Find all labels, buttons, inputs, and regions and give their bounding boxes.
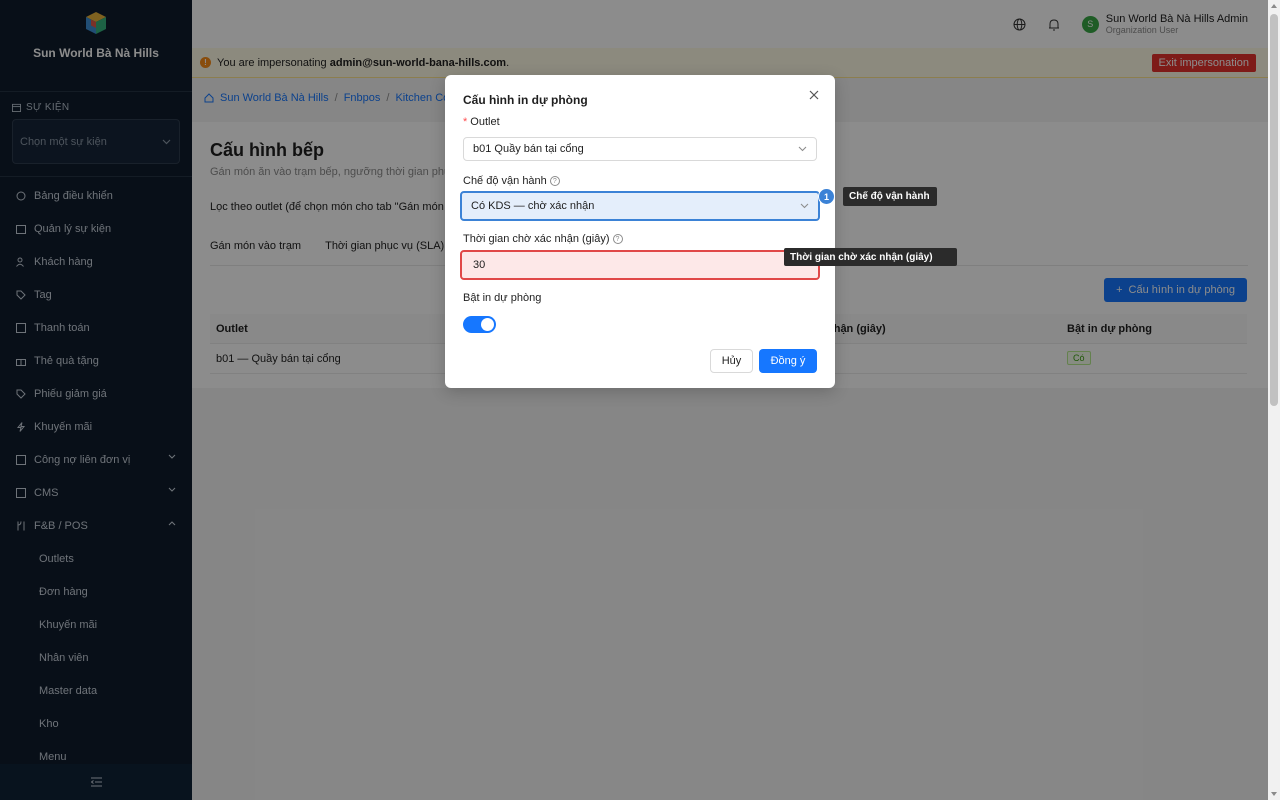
page-scrollbar[interactable] xyxy=(1268,0,1280,800)
help-icon[interactable]: ? xyxy=(612,234,623,244)
mode-label: Chế độ vận hành ? xyxy=(463,175,560,187)
backup-print-toggle[interactable] xyxy=(463,316,496,333)
close-icon[interactable] xyxy=(807,88,821,102)
outlet-label-text: Outlet xyxy=(470,116,500,128)
backup-print-label: Bật in dự phòng xyxy=(463,292,541,304)
tooltip-mode: Chế độ vận hành xyxy=(843,187,937,206)
wait-time-value: 30 xyxy=(473,259,486,271)
cancel-button[interactable]: Hủy xyxy=(710,349,753,373)
outlet-select[interactable]: b01 Quầy bán tại cổng xyxy=(463,137,817,161)
scroll-down-arrow-icon[interactable] xyxy=(1271,792,1277,796)
ok-button[interactable]: Đồng ý xyxy=(759,349,817,373)
backup-print-label-text: Bật in dự phòng xyxy=(463,292,542,304)
wait-time-label: Thời gian chờ xác nhận (giây) ? xyxy=(463,233,623,245)
scroll-up-arrow-icon[interactable] xyxy=(1271,4,1277,8)
operation-mode-value: Có KDS — chờ xác nhận xyxy=(471,200,595,212)
backup-print-config-modal: Cấu hình in dự phòng * Outlet b01 Quầy b… xyxy=(445,75,835,388)
help-icon[interactable]: ? xyxy=(549,176,560,186)
chevron-down-icon xyxy=(800,203,809,209)
toggle-knob xyxy=(481,318,494,331)
operation-mode-select[interactable]: Có KDS — chờ xác nhận xyxy=(460,191,820,221)
mode-label-text: Chế độ vận hành xyxy=(463,175,547,187)
wait-time-input[interactable]: 30 xyxy=(460,250,820,280)
step-badge: 1 xyxy=(818,188,835,205)
scrollbar-thumb[interactable] xyxy=(1270,14,1278,406)
outlet-label: * Outlet xyxy=(463,116,500,128)
outlet-select-value: b01 Quầy bán tại cổng xyxy=(473,143,584,155)
tooltip-wait-time: Thời gian chờ xác nhận (giây) xyxy=(784,248,957,266)
wait-time-label-text: Thời gian chờ xác nhận (giây) xyxy=(463,233,610,245)
modal-title: Cấu hình in dự phòng xyxy=(463,93,588,107)
chevron-down-icon xyxy=(798,146,807,152)
required-mark: * xyxy=(463,116,468,128)
